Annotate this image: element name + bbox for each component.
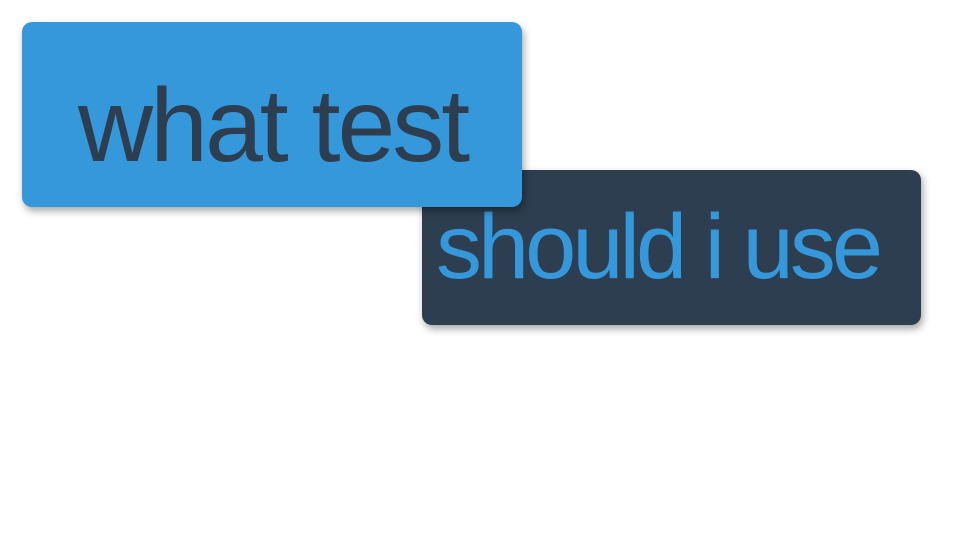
title-box-what-test: what test — [22, 22, 522, 207]
title-line-2: should i use — [436, 196, 883, 298]
title-line-1: what test — [78, 68, 470, 184]
